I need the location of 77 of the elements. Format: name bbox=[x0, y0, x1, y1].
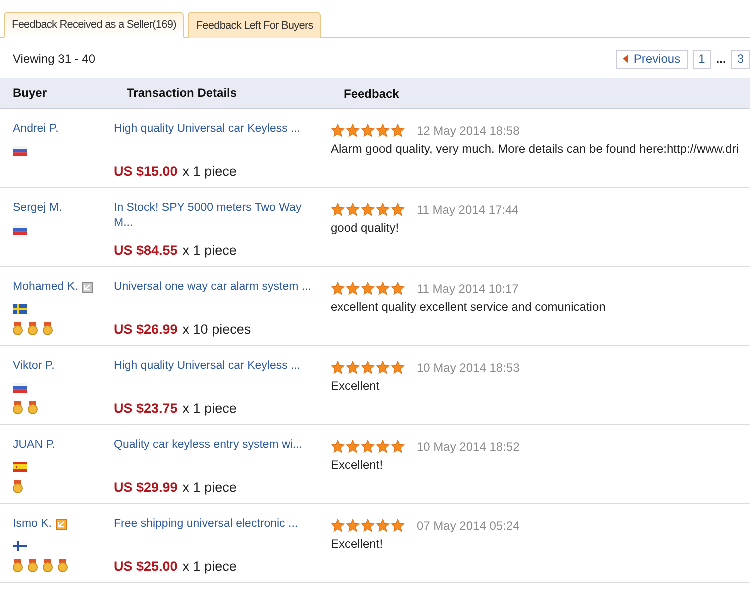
star-icon bbox=[361, 124, 375, 137]
buyer-name[interactable]: Mohamed K. bbox=[13, 280, 78, 295]
star-icon bbox=[331, 282, 345, 295]
column-header: Buyer bbox=[12, 86, 48, 100]
star-icon bbox=[391, 361, 405, 374]
star-icon bbox=[361, 282, 375, 295]
price: US $23.75 bbox=[114, 401, 178, 416]
quantity: x 1 piece bbox=[182, 401, 237, 416]
star-icon bbox=[346, 282, 360, 295]
star-icon bbox=[376, 124, 390, 137]
quantity: x 1 piece bbox=[182, 480, 237, 495]
star-icon bbox=[331, 440, 345, 453]
star-icon bbox=[376, 361, 390, 374]
product-link[interactable]: In Stock! SPY 5000 meters Two Way M... bbox=[114, 201, 331, 239]
tab[interactable]: Feedback Received as a Seller(169) bbox=[4, 12, 184, 38]
column-header: Feedback bbox=[344, 86, 400, 101]
feedback-comment: Excellent! bbox=[331, 537, 384, 551]
feedback-comment: Alarm good quality, very much. More details can be found here:http://www.dri bbox=[331, 142, 740, 156]
price: US $15.00 bbox=[114, 164, 178, 179]
star-icon bbox=[391, 519, 405, 532]
pagination-ellipsis: ... bbox=[716, 52, 726, 66]
feedback-date: 10 May 2014 18:53 bbox=[417, 360, 520, 374]
page-button[interactable]: 3 bbox=[731, 50, 750, 68]
buyer-name[interactable]: Viktor P. bbox=[13, 359, 55, 374]
star-icon bbox=[346, 124, 360, 137]
tab[interactable]: Feedback Left For Buyers bbox=[188, 12, 322, 38]
caret-icon bbox=[622, 55, 628, 63]
buyer-name[interactable]: Andrei P. bbox=[13, 122, 59, 137]
buyer-name[interactable]: Ismo K. bbox=[13, 517, 52, 532]
quantity: x 1 piece bbox=[182, 164, 237, 179]
star-icon bbox=[391, 203, 405, 216]
star-icon bbox=[376, 282, 390, 295]
price: US $84.55 bbox=[114, 243, 178, 258]
previous-button[interactable]: Previous bbox=[616, 50, 688, 68]
star-icon bbox=[331, 361, 345, 374]
star-icon bbox=[391, 124, 405, 137]
star-icon bbox=[346, 519, 360, 532]
column-header: Transaction Details bbox=[127, 86, 238, 100]
product-link[interactable]: High quality Universal car Keyless ... bbox=[114, 359, 331, 397]
page-button[interactable]: 1 bbox=[692, 50, 712, 68]
feedback-date: 11 May 2014 17:44 bbox=[417, 202, 519, 216]
star-icon bbox=[376, 440, 390, 453]
price: US $26.99 bbox=[114, 322, 178, 337]
star-icon bbox=[331, 519, 345, 532]
product-link[interactable]: Universal one way car alarm system ... bbox=[114, 280, 331, 318]
star-icon bbox=[361, 519, 375, 532]
price: US $25.00 bbox=[114, 559, 178, 574]
quantity: x 1 piece bbox=[182, 243, 237, 258]
feedback-comment: excellent quality excellent service and comunication bbox=[331, 300, 607, 314]
star-icon bbox=[331, 203, 345, 216]
quantity: x 10 pieces bbox=[182, 322, 252, 337]
star-icon bbox=[391, 282, 405, 295]
star-icon bbox=[361, 440, 375, 453]
feedback-date: 12 May 2014 18:58 bbox=[417, 124, 520, 138]
star-icon bbox=[346, 203, 360, 216]
star-icon bbox=[391, 440, 405, 453]
star-icon bbox=[346, 440, 360, 453]
quantity: x 1 piece bbox=[182, 559, 237, 574]
price: US $29.99 bbox=[114, 480, 178, 495]
buyer-name[interactable]: Sergej M. bbox=[13, 201, 62, 216]
star-icon bbox=[376, 519, 390, 532]
feedback-date: 07 May 2014 05:24 bbox=[417, 518, 520, 532]
viewing-range: Viewing 31 - 40 bbox=[13, 52, 96, 66]
star-icon bbox=[361, 203, 375, 216]
product-link[interactable]: Quality car keyless entry system wi... bbox=[114, 438, 331, 476]
star-icon bbox=[361, 361, 375, 374]
star-icon bbox=[346, 361, 360, 374]
feedback-date: 11 May 2014 10:17 bbox=[417, 282, 519, 296]
feedback-comment: good quality! bbox=[331, 221, 400, 235]
buyer-name[interactable]: JUAN P. bbox=[13, 438, 56, 453]
star-icon bbox=[376, 203, 390, 216]
feedback-comment: Excellent! bbox=[331, 458, 384, 472]
feedback-comment: Excellent bbox=[331, 379, 381, 393]
product-link[interactable]: Free shipping universal electronic ... bbox=[114, 517, 331, 555]
feedback-date: 10 May 2014 18:52 bbox=[417, 440, 520, 454]
product-link[interactable]: High quality Universal car Keyless ... bbox=[114, 122, 331, 160]
star-icon bbox=[331, 124, 345, 137]
